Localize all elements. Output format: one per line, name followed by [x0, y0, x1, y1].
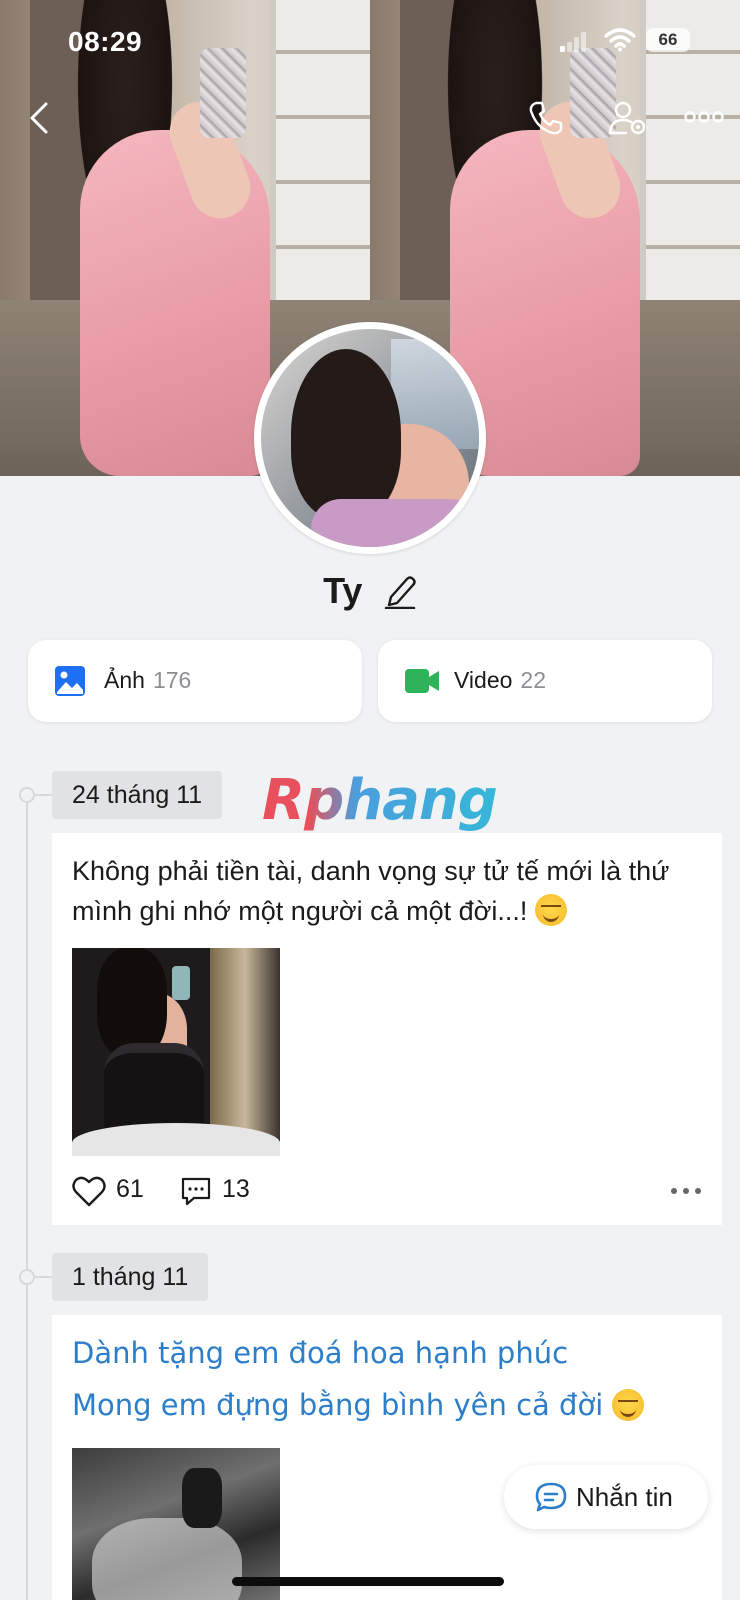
- photos-label: Ảnh: [104, 667, 145, 693]
- avatar-photo: [261, 329, 479, 547]
- user-settings-icon[interactable]: [608, 100, 648, 136]
- avatar[interactable]: [254, 322, 486, 554]
- timeline-line: [26, 795, 28, 1600]
- message-button[interactable]: Nhắn tin: [504, 1465, 708, 1529]
- comment-count: 13: [222, 1175, 250, 1203]
- post-photo[interactable]: [72, 948, 280, 1156]
- post-actions: 61 13: [72, 1173, 702, 1209]
- edit-icon[interactable]: [383, 573, 417, 609]
- message-button-label: Nhắn tin: [576, 1482, 673, 1512]
- post-card[interactable]: Dành tặng em đoá hoa hạnh phúc Mong em đ…: [52, 1315, 722, 1600]
- phone-icon[interactable]: [528, 100, 564, 136]
- post-text: Không phải tiền tài, danh vọng sự tử tế …: [72, 856, 670, 926]
- photos-button[interactable]: Ảnh 176: [28, 640, 362, 722]
- videos-button[interactable]: Video 22: [378, 640, 712, 722]
- watermark-logo: Rphang: [262, 768, 498, 833]
- smiling-emoji-icon: [534, 894, 567, 926]
- post-date-chip: 24 tháng 11: [52, 771, 223, 819]
- post-text: Dành tặng em đoá hoa hạnh phúc Mong em đ…: [72, 1327, 702, 1431]
- smiling-emoji-icon: [612, 1389, 645, 1421]
- videos-count: 22: [520, 667, 547, 693]
- more-options-icon[interactable]: [684, 110, 724, 124]
- post-more-icon[interactable]: [670, 1187, 702, 1195]
- photos-count: 176: [152, 667, 192, 693]
- post-date-chip: 1 tháng 11: [52, 1253, 209, 1301]
- battery-indicator: 66: [646, 28, 690, 52]
- like-count: 61: [116, 1175, 144, 1203]
- post-card[interactable]: Không phải tiền tài, danh vọng sự tử tế …: [52, 833, 722, 1225]
- video-camera-icon: [405, 669, 439, 693]
- status-time: 08:29: [68, 26, 143, 57]
- cellular-signal-icon: [560, 30, 588, 52]
- timeline-dot: [19, 1269, 35, 1285]
- status-bar: 08:29 66: [0, 0, 740, 84]
- timeline-connector: [35, 1276, 53, 1278]
- comment-icon[interactable]: [180, 1175, 212, 1207]
- photo-icon: [55, 666, 85, 696]
- videos-label: Video: [454, 667, 513, 693]
- back-icon[interactable]: [26, 100, 52, 136]
- heart-icon[interactable]: [72, 1175, 106, 1207]
- home-indicator[interactable]: [232, 1577, 504, 1586]
- timeline-connector: [35, 794, 53, 796]
- profile-name-row: Ty: [0, 570, 740, 612]
- timeline-dot: [19, 787, 35, 803]
- profile-name: Ty: [323, 570, 363, 611]
- wifi-icon: [604, 28, 636, 52]
- chat-bubble-icon: [535, 1482, 567, 1512]
